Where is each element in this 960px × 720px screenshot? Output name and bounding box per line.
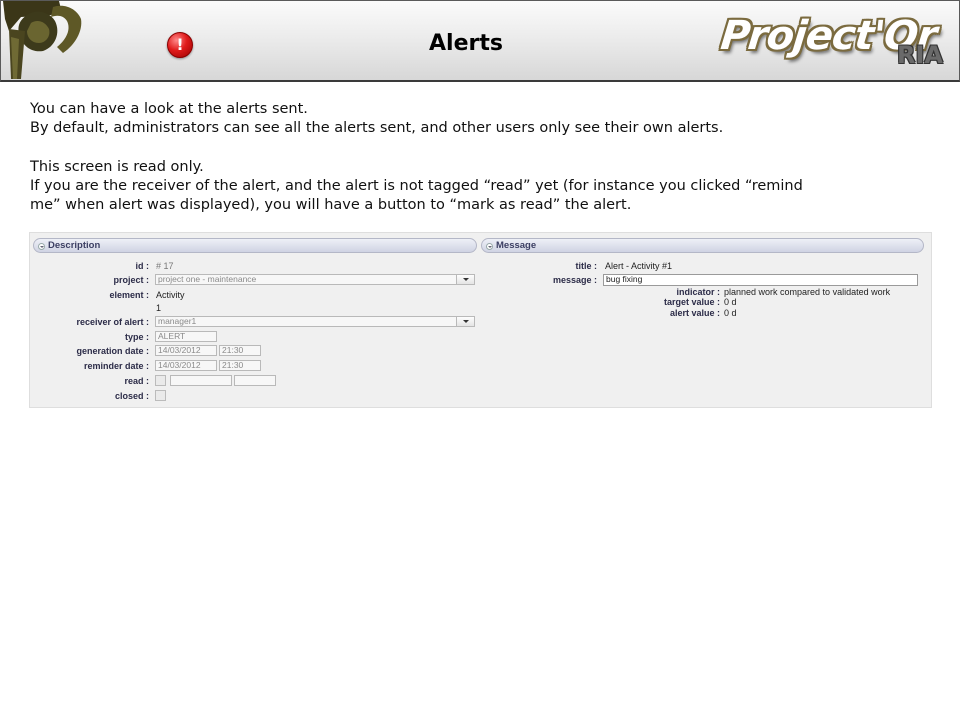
projector-logo-icon [3,1,82,79]
project-select-value: project one - maintenance [158,274,257,284]
title-label: title : [575,261,598,271]
reminder-date-label: reminder date : [83,361,149,371]
project-label: project : [113,275,149,285]
intro-line-4: If you are the receiver of the alert, an… [30,177,803,194]
alert-detail-screen: Description Message id : # 17 project : … [29,232,932,408]
id-label: id : [135,261,150,271]
alert-value-label: alert value : [669,308,720,318]
message-section-header[interactable]: Message [481,238,924,253]
receiver-select[interactable]: manager1 [155,316,475,327]
intro-line-2: By default, administrators can see all t… [30,120,724,137]
description-section-header[interactable]: Description [33,238,477,253]
read-date-field[interactable] [170,375,232,386]
header-banner: ! Alerts Project'Or RIA [0,0,960,82]
collapse-arrow-icon[interactable] [486,243,493,250]
generation-date-field[interactable]: 14/03/2012 [155,345,217,356]
id-value: # 17 [156,261,174,271]
generation-time-field[interactable]: 21:30 [219,345,261,356]
generation-date-label: generation date : [76,346,149,356]
indicator-label: indicator : [676,287,720,297]
closed-checkbox[interactable] [155,390,166,401]
element-label: element : [109,290,149,300]
type-label: type : [124,332,149,342]
reminder-time-field[interactable]: 21:30 [219,360,261,371]
message-field[interactable]: bug fixing [603,274,918,286]
target-value-label: target value : [663,297,720,307]
page-title: Alerts [429,31,503,56]
title-value: Alert - Activity #1 [605,261,673,271]
closed-label: closed : [114,391,149,401]
reminder-date-field[interactable]: 14/03/2012 [155,360,217,371]
alert-value: 0 d [724,308,737,318]
read-checkbox[interactable] [155,375,166,386]
chevron-down-icon[interactable] [456,317,474,326]
receiver-select-value: manager1 [158,316,197,326]
message-section-label: Message [496,240,537,251]
intro-line-3: This screen is read only. [30,158,204,175]
indicator-value: planned work compared to validated work [724,287,891,297]
receiver-label: receiver of alert : [76,317,149,327]
chevron-down-icon[interactable] [456,275,474,284]
read-time-field[interactable] [234,375,276,386]
read-label: read : [124,376,149,386]
intro-text: You can have a look at the alerts sent. … [30,100,930,215]
element-value: Activity [156,290,185,300]
target-value: 0 d [724,297,737,307]
intro-line-5: me” when alert was displayed), you will … [30,197,632,214]
project-select[interactable]: project one - maintenance [155,274,475,285]
brand-subtitle: RIA [897,41,943,69]
alert-icon: ! [167,32,193,58]
collapse-arrow-icon[interactable] [38,243,45,250]
element-id-value: 1 [156,303,162,313]
type-field[interactable]: ALERT [155,331,217,342]
intro-line-1: You can have a look at the alerts sent. [30,101,308,117]
description-section-label: Description [48,240,101,251]
brand-logo: Project'Or RIA [717,7,953,77]
message-label: message : [552,275,597,285]
